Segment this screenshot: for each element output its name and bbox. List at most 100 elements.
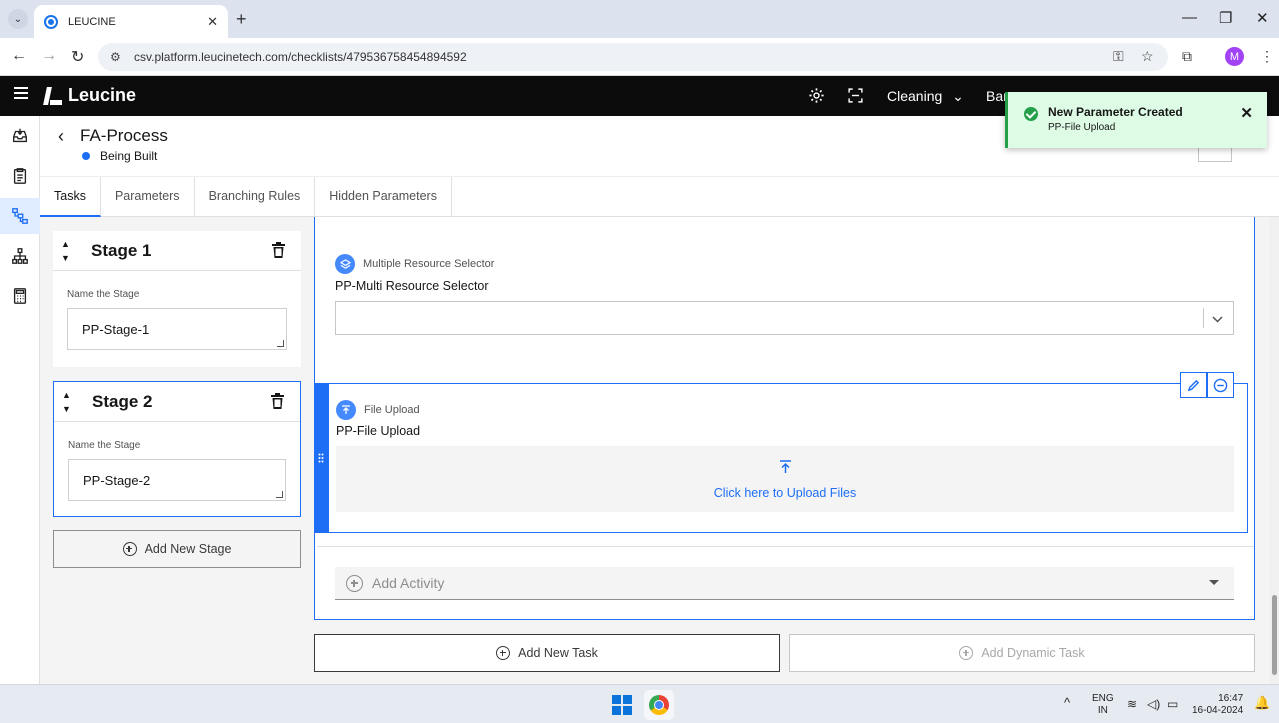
bookmark-star-icon[interactable]: ☆ bbox=[1141, 48, 1154, 65]
browser-tab[interactable]: LEUCINE ✕ bbox=[34, 5, 228, 38]
success-toast: New Parameter Created PP-File Upload ✕ bbox=[1005, 92, 1267, 148]
browser-tab-title: LEUCINE bbox=[68, 15, 116, 28]
upload-arrow-icon bbox=[779, 460, 792, 477]
add-new-task-button[interactable]: Add New Task bbox=[314, 634, 780, 672]
scan-icon[interactable] bbox=[847, 87, 864, 109]
add-activity-dropdown[interactable]: Add Activity bbox=[335, 567, 1234, 600]
delete-trash-icon[interactable] bbox=[271, 393, 284, 412]
key-icon[interactable]: ⚿ bbox=[1113, 48, 1124, 65]
tab-tasks[interactable]: Tasks bbox=[40, 177, 101, 217]
minimize-icon[interactable]: — bbox=[1182, 9, 1197, 26]
tab-search-icon[interactable]: ⌄ bbox=[8, 9, 28, 29]
reorder-arrows-icon[interactable]: ▲ ▼ bbox=[61, 237, 70, 265]
stage-name-input[interactable]: PP-Stage-1 bbox=[67, 308, 287, 350]
add-new-stage-button[interactable]: Add New Stage bbox=[53, 530, 301, 568]
parameter-actions bbox=[1180, 372, 1234, 398]
select-separator bbox=[1203, 308, 1204, 328]
url-field[interactable]: ⚙ csv.platform.leucinetech.com/checklist… bbox=[98, 43, 1168, 71]
stage-name-label: Name the Stage bbox=[67, 289, 140, 300]
tab-branching-rules[interactable]: Branching Rules bbox=[195, 177, 316, 217]
hierarchy-icon[interactable] bbox=[0, 238, 40, 274]
builder-content: ▲ ▼ Stage 1 Name the Stage PP-Stage-1 ▲ ▼ … bbox=[40, 217, 1279, 684]
status-text: Being Built bbox=[100, 149, 158, 163]
plus-circle-icon bbox=[346, 574, 363, 592]
leucine-logo: Leucine bbox=[42, 85, 136, 106]
chevron-down-icon: ⌄ bbox=[952, 88, 964, 104]
brand-name: Leucine bbox=[68, 85, 137, 105]
file-upload-parameter[interactable]: File Upload PP-File Upload Click here to… bbox=[315, 372, 1248, 533]
lang-code: ENG bbox=[1092, 693, 1114, 704]
windows-taskbar: ^ ENG IN ≋ ◁) ▭ 16:47 16-04-2024 🔔 bbox=[0, 684, 1279, 723]
restore-icon[interactable]: ❐ bbox=[1219, 9, 1232, 27]
parameter-label: PP-File Upload bbox=[336, 424, 421, 438]
divider bbox=[317, 546, 1254, 547]
page-scrollbar[interactable] bbox=[1270, 217, 1279, 684]
stage-card-header: ▲ ▼ Stage 1 bbox=[53, 231, 301, 271]
remove-minus-icon[interactable] bbox=[1207, 372, 1234, 398]
back-arrow-icon[interactable]: ← bbox=[11, 47, 27, 65]
chevron-down-icon[interactable] bbox=[1212, 311, 1223, 326]
toast-close-icon[interactable]: ✕ bbox=[1240, 104, 1253, 122]
close-tab-icon[interactable]: ✕ bbox=[207, 14, 218, 30]
reorder-arrows-icon[interactable]: ▲ ▼ bbox=[62, 388, 71, 416]
tray-chevron-up-icon[interactable]: ^ bbox=[1064, 696, 1070, 709]
process-builder-icon[interactable] bbox=[0, 198, 40, 234]
clock[interactable]: 16:47 16-04-2024 bbox=[1192, 693, 1243, 717]
add-dynamic-task-button[interactable]: Add Dynamic Task bbox=[789, 634, 1255, 672]
stage-name-input[interactable]: PP-Stage-2 bbox=[68, 459, 286, 501]
language-indicator[interactable]: ENG IN bbox=[1092, 693, 1114, 717]
window-close-icon[interactable]: ✕ bbox=[1256, 9, 1269, 27]
stage-card[interactable]: ▲ ▼ Stage 1 Name the Stage PP-Stage-1 bbox=[53, 231, 301, 367]
hamburger-menu-icon[interactable] bbox=[14, 87, 28, 99]
parameter-type-label: File Upload bbox=[364, 404, 420, 416]
chrome-taskbar-icon[interactable] bbox=[644, 690, 674, 720]
browser-menu-icon[interactable]: ⋮ bbox=[1260, 48, 1274, 65]
extensions-icon[interactable]: ⧉ bbox=[1182, 48, 1192, 65]
volume-icon[interactable]: ◁) bbox=[1147, 698, 1160, 710]
leucine-favicon-icon bbox=[44, 14, 58, 29]
inbox-icon[interactable] bbox=[0, 118, 40, 154]
tab-parameters[interactable]: Parameters bbox=[101, 177, 195, 217]
address-bar: ← → ↻ ⚙ csv.platform.leucinetech.com/che… bbox=[0, 38, 1279, 76]
stage-card[interactable]: ▲ ▼ Stage 2 Name the Stage PP-Stage-2 bbox=[53, 381, 301, 517]
drag-grip-icon bbox=[318, 453, 324, 463]
stage-card-body: Name the Stage PP-Stage-1 bbox=[53, 271, 301, 364]
scrollbar-thumb[interactable] bbox=[1272, 595, 1277, 675]
upload-files-dropzone[interactable]: Click here to Upload Files bbox=[336, 446, 1234, 512]
lang-region: IN bbox=[1097, 705, 1108, 716]
new-tab-icon[interactable]: + bbox=[236, 9, 247, 30]
process-tabs: Tasks Parameters Branching Rules Hidden … bbox=[40, 176, 1279, 217]
battery-icon[interactable]: ▭ bbox=[1167, 698, 1178, 710]
stage-card-body: Name the Stage PP-Stage-2 bbox=[54, 422, 300, 515]
left-nav-rail bbox=[0, 116, 40, 684]
browser-tab-bar: ⌄ LEUCINE ✕ + — ❐ ✕ bbox=[0, 0, 1279, 38]
delete-trash-icon[interactable] bbox=[272, 242, 285, 261]
url-text: csv.platform.leucinetech.com/checklists/… bbox=[134, 50, 467, 64]
checklist-icon[interactable] bbox=[0, 158, 40, 194]
clock-time: 16:47 bbox=[1218, 693, 1244, 704]
site-info-icon[interactable]: ⚙ bbox=[110, 50, 124, 64]
facility-selector[interactable]: Cleaning ⌄ bbox=[887, 88, 964, 105]
parameter-label: PP-Multi Resource Selector bbox=[335, 279, 489, 293]
notification-bell-icon[interactable]: 🔔 bbox=[1254, 696, 1270, 709]
windows-start-icon[interactable] bbox=[612, 695, 632, 715]
forward-arrow-icon[interactable]: → bbox=[41, 47, 57, 65]
tab-hidden-parameters[interactable]: Hidden Parameters bbox=[315, 177, 452, 217]
upload-files-link[interactable]: Click here to Upload Files bbox=[336, 486, 1234, 500]
settings-gear-icon[interactable] bbox=[808, 87, 825, 109]
parameter-type: Multiple Resource Selector bbox=[335, 254, 494, 274]
calculator-icon[interactable] bbox=[0, 278, 40, 314]
wifi-icon[interactable]: ≋ bbox=[1127, 698, 1137, 710]
caret-down-icon bbox=[1209, 580, 1219, 585]
edit-pencil-icon[interactable] bbox=[1180, 372, 1207, 398]
clock-date: 16-04-2024 bbox=[1192, 705, 1244, 716]
drag-handle[interactable] bbox=[315, 383, 329, 533]
resource-select-dropdown[interactable] bbox=[335, 301, 1234, 335]
profile-avatar[interactable]: M bbox=[1225, 47, 1244, 66]
checkmark-circle-icon bbox=[1024, 107, 1038, 121]
back-chevron-icon[interactable]: ‹ bbox=[58, 126, 64, 147]
upload-icon bbox=[336, 400, 356, 420]
plus-circle-icon bbox=[496, 646, 511, 660]
reload-icon[interactable]: ↻ bbox=[71, 47, 84, 67]
facility-label: Cleaning bbox=[887, 88, 943, 104]
